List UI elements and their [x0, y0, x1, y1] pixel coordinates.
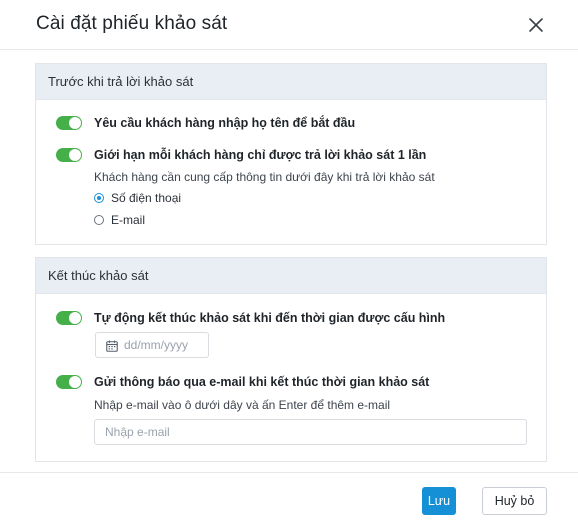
radio-phone-label[interactable]: Số điện thoại	[111, 191, 181, 205]
dialog-header: Cài đặt phiếu khảo sát	[0, 0, 578, 50]
end-date-field[interactable]	[95, 332, 209, 358]
auto-end-toggle[interactable]	[56, 311, 82, 325]
limit-once-toggle[interactable]	[56, 148, 82, 162]
dialog-title: Cài đặt phiếu khảo sát	[36, 13, 228, 34]
radio-phone[interactable]	[94, 193, 104, 203]
close-icon[interactable]	[525, 14, 547, 36]
end-date-input[interactable]	[124, 337, 204, 353]
save-button[interactable]: Lưu	[422, 487, 456, 515]
notify-email-toggle[interactable]	[56, 375, 82, 389]
notify-email-hint: Nhập e-mail vào ô dưới dây và ấn Enter đ…	[94, 398, 391, 412]
radio-email[interactable]	[94, 215, 104, 225]
cancel-button[interactable]: Huỷ bỏ	[482, 487, 547, 515]
require-name-toggle[interactable]	[56, 116, 82, 130]
survey-settings-dialog: Cài đặt phiếu khảo sát Trước khi trả lời…	[0, 0, 578, 521]
section-heading: Kết thúc khảo sát	[36, 258, 546, 294]
auto-end-label: Tự động kết thúc khảo sát khi đến thời g…	[94, 311, 446, 325]
require-name-label: Yêu cầu khách hàng nhập họ tên để bắt đầ…	[94, 116, 356, 130]
calendar-icon	[106, 339, 118, 357]
section-heading: Trước khi trả lời khảo sát	[36, 64, 546, 100]
limit-once-hint: Khách hàng cần cung cấp thông tin dưới đ…	[94, 170, 435, 184]
notify-email-label: Gửi thông báo qua e-mail khi kết thúc th…	[94, 375, 430, 389]
radio-email-label[interactable]: E-mail	[111, 213, 145, 227]
email-field[interactable]	[94, 419, 527, 445]
limit-once-label: Giới hạn mỗi khách hàng chỉ được trả lời…	[94, 148, 427, 162]
